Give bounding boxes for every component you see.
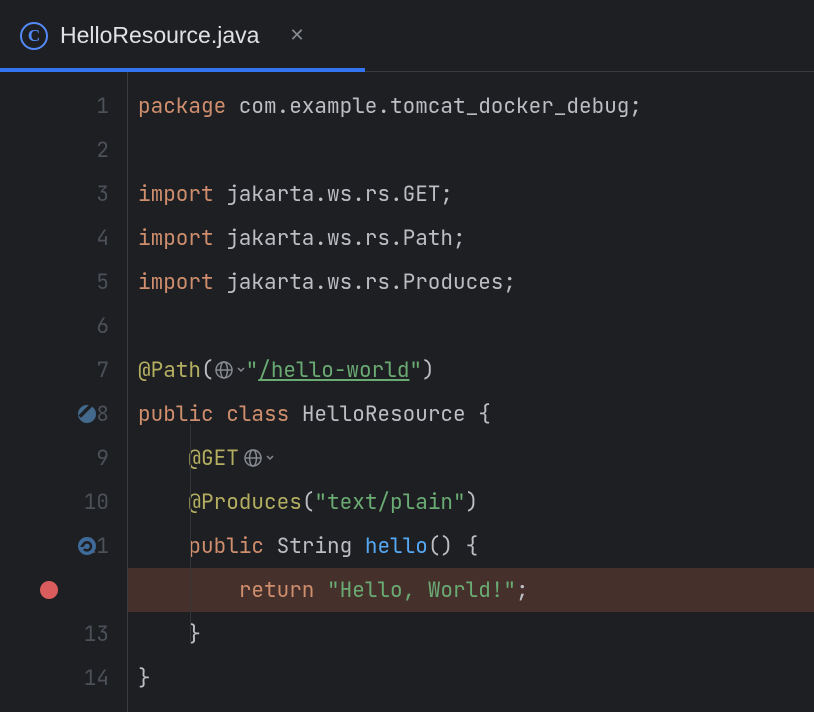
gutter-row[interactable]: 5 — [0, 260, 127, 304]
recursive-method-icon[interactable] — [76, 535, 98, 557]
chevron-down-icon — [265, 453, 275, 463]
gutter-row[interactable]: 10 — [0, 480, 127, 524]
code-line[interactable]: import jakarta.ws.rs.Path; — [128, 216, 814, 260]
tab-bar: C HelloResource.java ✕ — [0, 0, 814, 72]
gutter-row[interactable]: 11 — [0, 524, 127, 568]
code-line[interactable] — [128, 304, 814, 348]
gutter-row[interactable]: 9 — [0, 436, 127, 480]
code-line[interactable]: } — [128, 612, 814, 656]
code-line-breakpoint[interactable]: return "Hello, World!"; — [128, 568, 814, 612]
gutter-row[interactable]: 6 — [0, 304, 127, 348]
gutter-row[interactable]: 4 — [0, 216, 127, 260]
gutter-row[interactable]: 7 — [0, 348, 127, 392]
code-line[interactable]: public String hello() { — [128, 524, 814, 568]
code-line[interactable]: import jakarta.ws.rs.Produces; — [128, 260, 814, 304]
gutter-row[interactable]: 2 — [0, 128, 127, 172]
url-mapping-icon[interactable] — [243, 447, 275, 469]
code-line[interactable]: package com.example.tomcat_docker_debug; — [128, 84, 814, 128]
tab-title: HelloResource.java — [60, 22, 259, 49]
chevron-down-icon — [236, 365, 246, 375]
close-tab-button[interactable]: ✕ — [289, 25, 304, 46]
editor: 1 2 3 4 5 6 7 8 9 10 11 13 14 p — [0, 72, 814, 712]
gutter-row[interactable]: 13 — [0, 612, 127, 656]
gutter-row[interactable]: 1 — [0, 84, 127, 128]
gutter-row[interactable]: 8 — [0, 392, 127, 436]
breakpoint-icon[interactable] — [38, 579, 60, 601]
code-line[interactable]: } — [128, 656, 814, 700]
gutter-row[interactable]: 3 — [0, 172, 127, 216]
indent-guide — [190, 424, 191, 644]
gutter[interactable]: 1 2 3 4 5 6 7 8 9 10 11 13 14 — [0, 72, 128, 712]
code-line[interactable]: @Produces("text/plain") — [128, 480, 814, 524]
code-line[interactable]: public class HelloResource { — [128, 392, 814, 436]
gutter-row[interactable] — [0, 568, 127, 612]
code-line[interactable] — [128, 128, 814, 172]
url-mapping-icon[interactable] — [214, 359, 246, 381]
code-area[interactable]: package com.example.tomcat_docker_debug;… — [128, 72, 814, 712]
file-tab[interactable]: C HelloResource.java ✕ — [0, 0, 325, 71]
code-line[interactable]: import jakarta.ws.rs.GET; — [128, 172, 814, 216]
code-line[interactable]: @GET — [128, 436, 814, 480]
no-entry-icon[interactable] — [76, 403, 98, 425]
code-line[interactable]: @Path("/hello-world") — [128, 348, 814, 392]
class-file-icon: C — [20, 22, 48, 50]
gutter-row[interactable]: 14 — [0, 656, 127, 700]
